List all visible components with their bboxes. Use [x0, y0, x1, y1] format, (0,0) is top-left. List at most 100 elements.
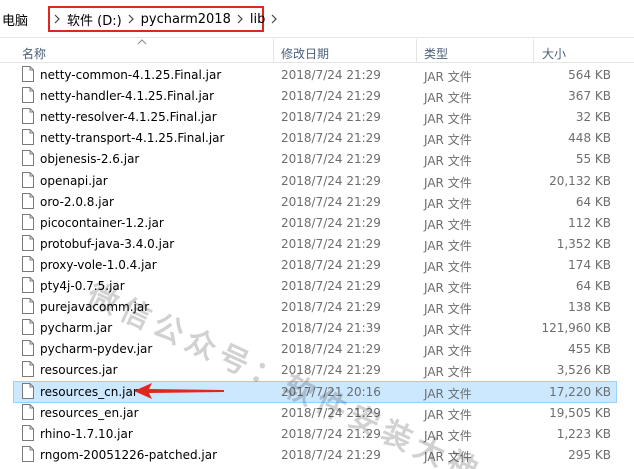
- file-size: 19,505 KB: [549, 405, 611, 420]
- file-type: JAR 文件: [424, 217, 472, 232]
- file-type: JAR 文件: [424, 91, 472, 106]
- file-date: 2018/7/24 21:29: [281, 215, 381, 230]
- file-name: netty-resolver-4.1.25.Final.jar: [40, 110, 217, 125]
- file-icon: [22, 234, 34, 251]
- file-date: 2018/7/24 21:29: [281, 89, 381, 104]
- file-size: 564 KB: [568, 68, 611, 82]
- file-size: 367 KB: [568, 89, 611, 104]
- file-row[interactable]: objenesis-2.6.jar 2018/7/24 21:29 JAR 文件 55…: [0, 148, 634, 170]
- file-name: picocontainer-1.2.jar: [40, 215, 164, 230]
- file-date: 2018/7/24 21:29: [281, 68, 381, 82]
- column-divider[interactable]: [533, 39, 534, 63]
- file-row[interactable]: pycharm-pydev.jar 2018/7/24 21:29 JAR 文件 45…: [0, 338, 634, 360]
- column-header-size[interactable]: 大小: [542, 45, 566, 62]
- file-type: JAR 文件: [424, 238, 472, 253]
- file-row[interactable]: netty-resolver-4.1.25.Final.jar 2018/7/24…: [0, 106, 634, 128]
- file-name: proxy-vole-1.0.4.jar: [40, 257, 157, 272]
- file-size: 295 KB: [568, 447, 611, 462]
- breadcrumb-folder-pycharm[interactable]: pycharm2018: [141, 12, 231, 27]
- file-row[interactable]: resources_cn.jar 2017/7/21 20:16 JAR 文件 17,…: [0, 380, 634, 403]
- file-size: 112 KB: [568, 215, 611, 230]
- file-name: rhino-1.7.10.jar: [40, 426, 133, 441]
- file-icon: [22, 277, 34, 293]
- file-type: JAR 文件: [424, 70, 472, 84]
- column-divider[interactable]: [273, 39, 274, 63]
- breadcrumb-drive[interactable]: 软件 (D:): [67, 10, 122, 29]
- file-row[interactable]: proxy-vole-1.0.4.jar 2018/7/24 21:29 JAR 文…: [0, 254, 634, 276]
- column-divider[interactable]: [416, 39, 417, 63]
- file-icon: [22, 129, 34, 146]
- file-row[interactable]: openapi.jar 2018/7/24 21:29 JAR 文件 20,132 K…: [0, 170, 634, 192]
- file-row[interactable]: protobuf-java-3.4.0.jar 2018/7/24 21:29 JA…: [0, 233, 634, 255]
- file-name: rngom-20051226-patched.jar: [40, 447, 218, 462]
- file-name: objenesis-2.6.jar: [40, 152, 140, 167]
- file-date: 2018/7/24 21:29: [281, 257, 381, 272]
- breadcrumb-highlight-box: 软件 (D:) pycharm2018 lib: [48, 6, 278, 32]
- file-row[interactable]: pty4j-0.7.5.jar 2018/7/24 21:29 JAR 文件 64 K…: [0, 275, 634, 297]
- file-date: 2018/7/24 21:29: [281, 342, 381, 357]
- red-arrow-annotation: [134, 383, 224, 399]
- file-name: pycharm.jar: [40, 321, 113, 336]
- file-size: 1,223 KB: [556, 426, 611, 441]
- column-header-date[interactable]: 修改日期: [281, 45, 329, 62]
- file-type: JAR 文件: [424, 428, 472, 443]
- file-name: netty-transport-4.1.25.Final.jar: [40, 131, 225, 146]
- breadcrumb-folder-lib[interactable]: lib: [250, 12, 265, 27]
- column-header-row: 名称 修改日期 类型 大小: [0, 39, 634, 63]
- file-row[interactable]: resources_en.jar 2018/7/24 21:29 JAR 文件 19,…: [0, 402, 634, 424]
- file-row[interactable]: oro-2.0.8.jar 2018/7/24 21:29 JAR 文件 64 KB: [0, 191, 634, 213]
- file-icon: [22, 424, 34, 441]
- file-type: JAR 文件: [424, 154, 472, 169]
- file-row[interactable]: netty-common-4.1.25.Final.jar 2018/7/24 2…: [0, 64, 634, 86]
- file-row[interactable]: purejavacomm.jar 2018/7/24 21:29 JAR 文件 138…: [0, 296, 634, 318]
- file-name: resources.jar: [40, 363, 118, 378]
- sort-ascending-icon: [137, 39, 147, 45]
- file-row[interactable]: pycharm.jar 2018/7/24 21:39 JAR 文件 121,960 …: [0, 317, 634, 339]
- chevron-right-icon[interactable]: [54, 12, 61, 26]
- file-date: 2018/7/24 21:29: [281, 236, 381, 251]
- file-date: 2018/7/24 21:29: [281, 426, 381, 441]
- column-header-name[interactable]: 名称: [22, 45, 46, 62]
- breadcrumb-this-pc[interactable]: 电脑: [2, 10, 28, 29]
- file-row[interactable]: netty-handler-4.1.25.Final.jar 2018/7/24 …: [0, 85, 634, 107]
- file-icon: [22, 445, 34, 462]
- file-icon: [22, 108, 34, 125]
- file-type: JAR 文件: [424, 302, 472, 317]
- chevron-right-icon[interactable]: [271, 12, 278, 26]
- file-date: 2018/7/24 21:29: [281, 447, 381, 462]
- file-row[interactable]: resources.jar 2018/7/24 21:29 JAR 文件 3,526 …: [0, 359, 634, 381]
- file-size: 17,220 KB: [549, 384, 611, 399]
- file-icon: [22, 192, 34, 209]
- file-name: netty-common-4.1.25.Final.jar: [40, 68, 222, 82]
- file-type: JAR 文件: [424, 344, 472, 359]
- file-icon: [22, 361, 34, 378]
- file-icon: [22, 255, 34, 272]
- file-name: netty-handler-4.1.25.Final.jar: [40, 89, 215, 104]
- file-size: 55 KB: [575, 152, 611, 167]
- file-row[interactable]: rngom-20051226-patched.jar 2018/7/24 21:2…: [0, 444, 634, 466]
- chevron-right-icon[interactable]: [237, 12, 244, 26]
- file-name: pty4j-0.7.5.jar: [40, 279, 125, 293]
- file-date: 2018/7/24 21:29: [281, 194, 381, 209]
- file-size: 121,960 KB: [541, 321, 611, 336]
- address-bar[interactable]: 电脑 软件 (D:) pycharm2018 lib: [0, 0, 634, 38]
- file-row[interactable]: netty-transport-4.1.25.Final.jar 2018/7/2…: [0, 127, 634, 149]
- chevron-right-icon[interactable]: [128, 12, 135, 26]
- file-date: 2018/7/24 21:29: [281, 173, 381, 188]
- file-name: pycharm-pydev.jar: [40, 342, 153, 357]
- file-name: resources_en.jar: [40, 405, 139, 420]
- file-type: JAR 文件: [424, 281, 472, 295]
- file-icon: [22, 298, 34, 315]
- file-icon: [22, 382, 34, 399]
- column-header-type[interactable]: 类型: [424, 45, 448, 62]
- file-row[interactable]: rhino-1.7.10.jar 2018/7/24 21:29 JAR 文件 1,2…: [0, 423, 634, 445]
- file-row[interactable]: picocontainer-1.2.jar 2018/7/24 21:29 JAR …: [0, 212, 634, 234]
- file-name: purejavacomm.jar: [40, 300, 150, 315]
- file-date: 2018/7/24 21:29: [281, 152, 381, 167]
- file-icon: [22, 66, 34, 82]
- file-name: resources_cn.jar: [40, 384, 138, 399]
- file-date: 2018/7/24 21:29: [281, 300, 381, 315]
- file-type: JAR 文件: [424, 259, 472, 274]
- file-size: 174 KB: [568, 257, 611, 272]
- file-date: 2018/7/24 21:39: [281, 321, 381, 336]
